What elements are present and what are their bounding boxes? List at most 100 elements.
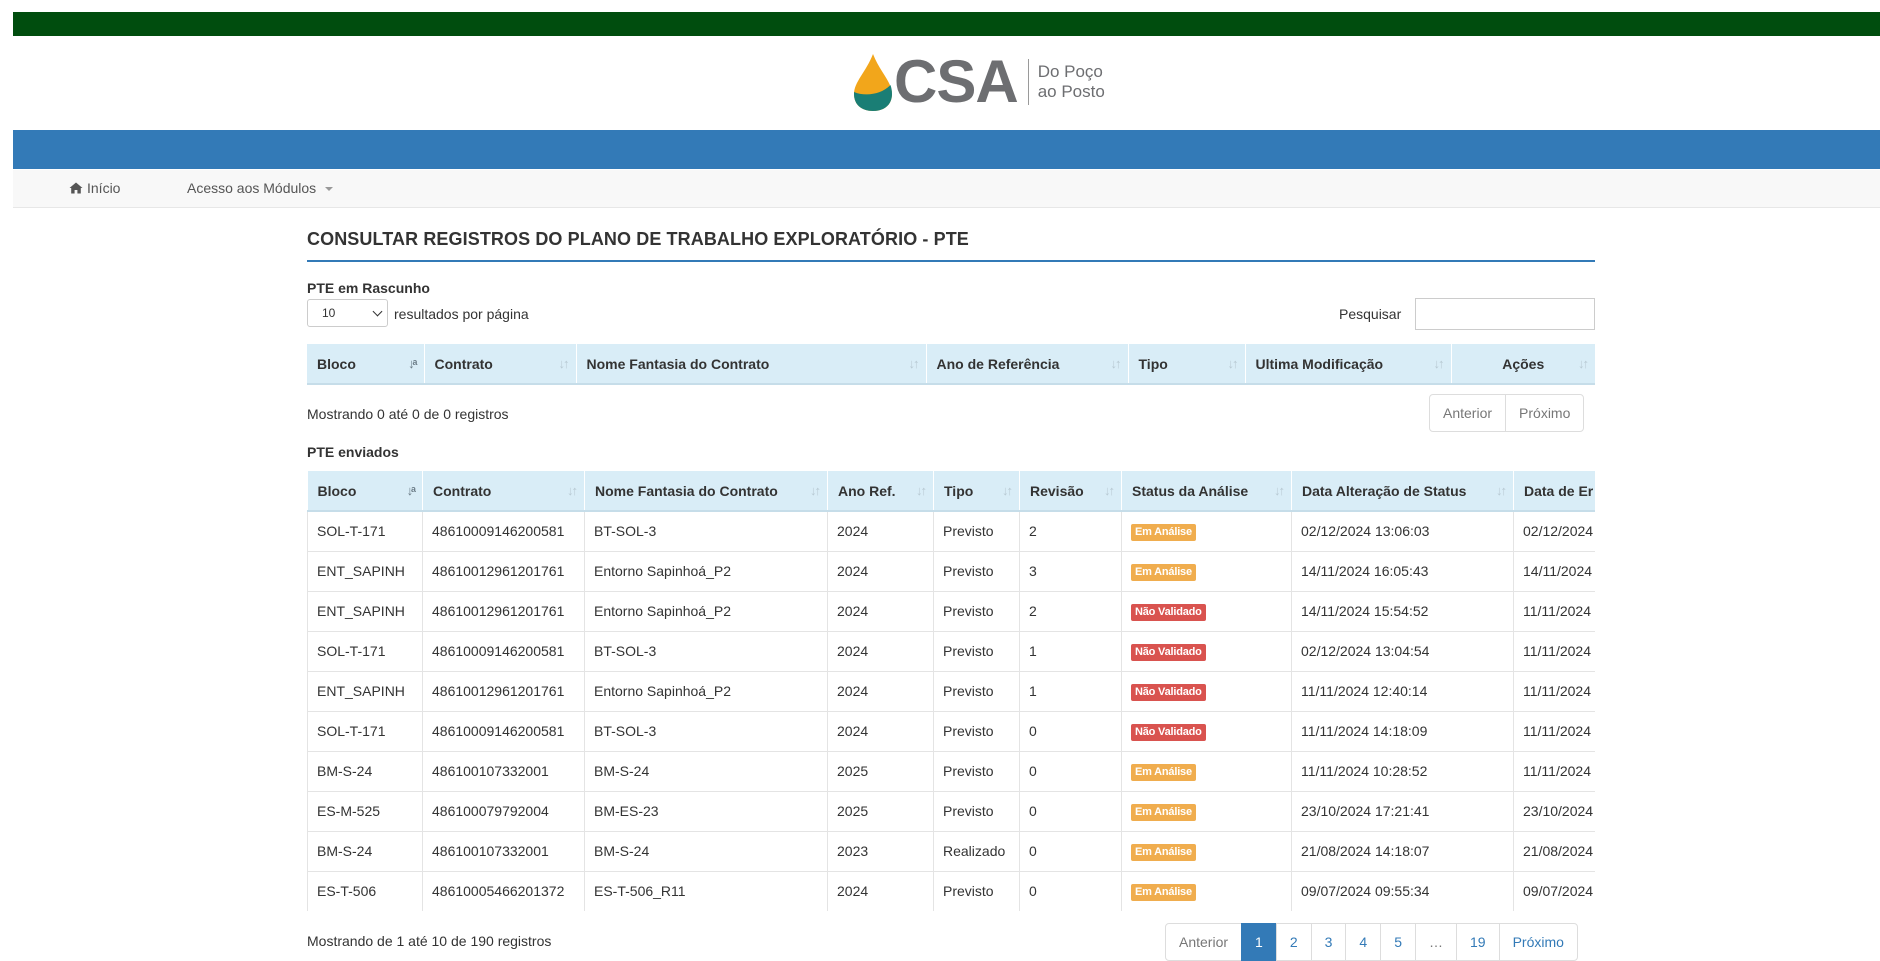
column-label: Contrato	[433, 482, 492, 499]
draft-col-tipo[interactable]: Tipo ↓↑	[1127, 344, 1245, 385]
sent-col-data-de-er[interactable]: Data de Er	[1513, 471, 1595, 512]
cell-revisao: 1	[1019, 670, 1122, 712]
cell-revisao: 1	[1019, 630, 1122, 672]
cell-status: Em Análise	[1121, 870, 1292, 911]
draft-col-ultima-modificacao[interactable]: Ultima Modificação ↓↑	[1244, 344, 1451, 385]
column-label: Ações	[1502, 355, 1545, 372]
column-label: Contrato	[434, 355, 493, 372]
draft-col-nome-fantasia-do-contrato[interactable]: Nome Fantasia do Contrato ↓↑	[575, 344, 926, 385]
cell-bloco: ES-T-506	[307, 870, 423, 911]
draft-section-title: PTE em Rascunho	[307, 280, 430, 296]
page-button-3[interactable]: 3	[1310, 923, 1347, 961]
nav-modules-label: Acesso aos Módulos	[187, 180, 317, 196]
sent-col-contrato[interactable]: Contrato ↓↑	[422, 471, 585, 512]
table-row[interactable]: SOL-T-171 48610009146200581 BT-SOL-3 2024 Pr…	[307, 630, 1595, 672]
tagline-line-1: Do Poço	[1037, 62, 1103, 81]
cell-text: BT-SOL-3	[594, 643, 657, 659]
cell-text: Entorno Sapinhoá_P2	[594, 603, 731, 619]
cell-text: 486100079792004	[432, 803, 549, 819]
cell-text: 2024	[837, 563, 869, 579]
cell-revisao: 0	[1019, 870, 1122, 911]
sent-col-nome-fantasia-do-contrato[interactable]: Nome Fantasia do Contrato ↓↑	[584, 471, 828, 512]
cell-text: SOL-T-171	[317, 523, 386, 540]
cell-text: 1	[1029, 643, 1037, 659]
cell-text: 0	[1029, 843, 1037, 859]
draft-col-ano-de-referencia[interactable]: Ano de Referência ↓↑	[925, 344, 1128, 385]
cell-text: 23/10/2024	[1523, 803, 1594, 819]
column-label: Ultima Modificação	[1255, 355, 1384, 372]
table-row[interactable]: BM-S-24 486100107332001 BM-S-24 2025 Previst…	[307, 750, 1595, 792]
page-length-select[interactable]: 10	[307, 299, 388, 327]
column-label: Status da Análise	[1132, 482, 1249, 499]
main-navbar: Início Acesso aos Módulos	[13, 170, 1880, 208]
table-row[interactable]: BM-S-24 486100107332001 BM-S-24 2023 Realiza…	[307, 830, 1595, 872]
table-row[interactable]: ES-T-506 48610005466201372 ES-T-506_R11 202…	[307, 870, 1595, 911]
sort-icon: ↓↑	[1496, 483, 1507, 498]
column-label: Tipo	[1138, 355, 1168, 372]
sort-icon: ↓↑	[810, 483, 821, 498]
cell-data-status: 11/11/2024 14:18:09	[1291, 710, 1514, 752]
cell-data-envio: 11/11/2024	[1513, 750, 1595, 792]
caret-down-icon	[325, 187, 334, 191]
sent-col-revisao[interactable]: Revisão ↓↑	[1019, 471, 1122, 512]
sent-prev-button[interactable]: Anterior	[1165, 923, 1243, 961]
sent-next-button[interactable]: Próximo	[1498, 923, 1578, 961]
draft-col-bloco[interactable]: Bloco ↓ᵃ	[307, 344, 424, 385]
search-input[interactable]	[1415, 298, 1595, 330]
cell-text: Previsto	[943, 723, 994, 739]
sent-col-status-da-analise[interactable]: Status da Análise ↓↑	[1121, 471, 1292, 512]
status-badge: Em Análise	[1131, 883, 1196, 901]
status-badge: Em Análise	[1131, 843, 1196, 861]
cell-text: 48610009146200581	[432, 723, 565, 739]
cell-data-status: 11/11/2024 12:40:14	[1291, 670, 1514, 712]
cell-text: SOL-T-171	[317, 723, 386, 739]
sent-col-bloco[interactable]: Bloco ↓ᵃ	[307, 471, 423, 512]
column-label: Revisão	[1030, 482, 1084, 499]
cell-ano: 2025	[827, 790, 934, 832]
draft-col-contrato[interactable]: Contrato ↓↑	[423, 344, 576, 385]
cell-bloco: SOL-T-171	[307, 710, 423, 752]
sent-col-data-alteracao-de-status[interactable]: Data Alteração de Status ↓↑	[1291, 471, 1514, 512]
status-badge: Não Validado	[1131, 603, 1206, 621]
page-button-5[interactable]: 5	[1380, 923, 1417, 961]
page-button-1[interactable]: 1	[1241, 923, 1277, 961]
sent-col-tipo[interactable]: Tipo ↓↑	[933, 471, 1020, 512]
page-button-19[interactable]: 19	[1456, 923, 1500, 961]
table-row[interactable]: SOL-T-171 48610009146200581 BT-SOL-3 2024 Pr…	[307, 710, 1595, 752]
cell-tipo: Previsto	[933, 630, 1020, 672]
nav-home[interactable]: Início	[69, 180, 120, 196]
page-button-2[interactable]: 2	[1275, 923, 1312, 961]
draft-next-button[interactable]: Próximo	[1505, 394, 1585, 432]
table-row[interactable]: ES-M-525 486100079792004 BM-ES-23 2025 Previ…	[307, 790, 1595, 832]
table-row[interactable]: ENT_SAPINH 48610012961201761 Entorno Sapin…	[307, 590, 1595, 632]
column-label: Bloco	[317, 355, 356, 372]
cell-status: Não Validado	[1121, 630, 1292, 672]
cell-ano: 2024	[827, 630, 934, 672]
status-badge: Em Análise	[1131, 523, 1196, 541]
sort-asc-icon: ↓ᵃ	[408, 356, 418, 371]
cell-text: Previsto	[943, 643, 994, 659]
page-button-4[interactable]: 4	[1345, 923, 1382, 961]
table-row[interactable]: ENT_SAPINH 48610012961201761 Entorno Sapin…	[307, 550, 1595, 592]
cell-data-status: 11/11/2024 10:28:52	[1291, 750, 1514, 792]
cell-text: Realizado	[943, 843, 1006, 859]
nav-modules-dropdown[interactable]: Acesso aos Módulos	[187, 180, 334, 196]
column-label: Nome Fantasia do Contrato	[595, 482, 778, 499]
cell-data-status: 02/12/2024 13:04:54	[1291, 630, 1514, 672]
draft-prev-button[interactable]: Anterior	[1429, 394, 1507, 432]
cell-text: 11/11/2024 12:40:14	[1301, 683, 1428, 699]
cell-text: SOL-T-171	[317, 643, 386, 659]
cell-ano: 2024	[827, 710, 934, 752]
cell-data-envio: 21/08/2024	[1513, 830, 1595, 872]
cell-text: 2024	[837, 683, 869, 699]
sent-table-scroll[interactable]: Bloco ↓ᵃ Contrato ↓↑ Nome Fantasia do Contra…	[307, 471, 1595, 911]
cell-revisao: 0	[1019, 830, 1122, 872]
sent-col-ano-ref[interactable]: Ano Ref. ↓↑	[827, 471, 934, 512]
brand-name: CSA	[894, 48, 1019, 115]
table-row[interactable]: ENT_SAPINH 48610012961201761 Entorno Sapin…	[307, 670, 1595, 712]
table-row[interactable]: SOL-T-171 48610009146200581 BT-SOL-3 2024 Pr…	[307, 510, 1595, 552]
draft-col-acoes[interactable]: Ações ↓↑	[1450, 344, 1595, 385]
cell-text: ENT_SAPINH	[317, 563, 405, 579]
cell-text: 21/08/2024	[1523, 843, 1594, 859]
cell-text: ES-T-506	[317, 883, 377, 899]
